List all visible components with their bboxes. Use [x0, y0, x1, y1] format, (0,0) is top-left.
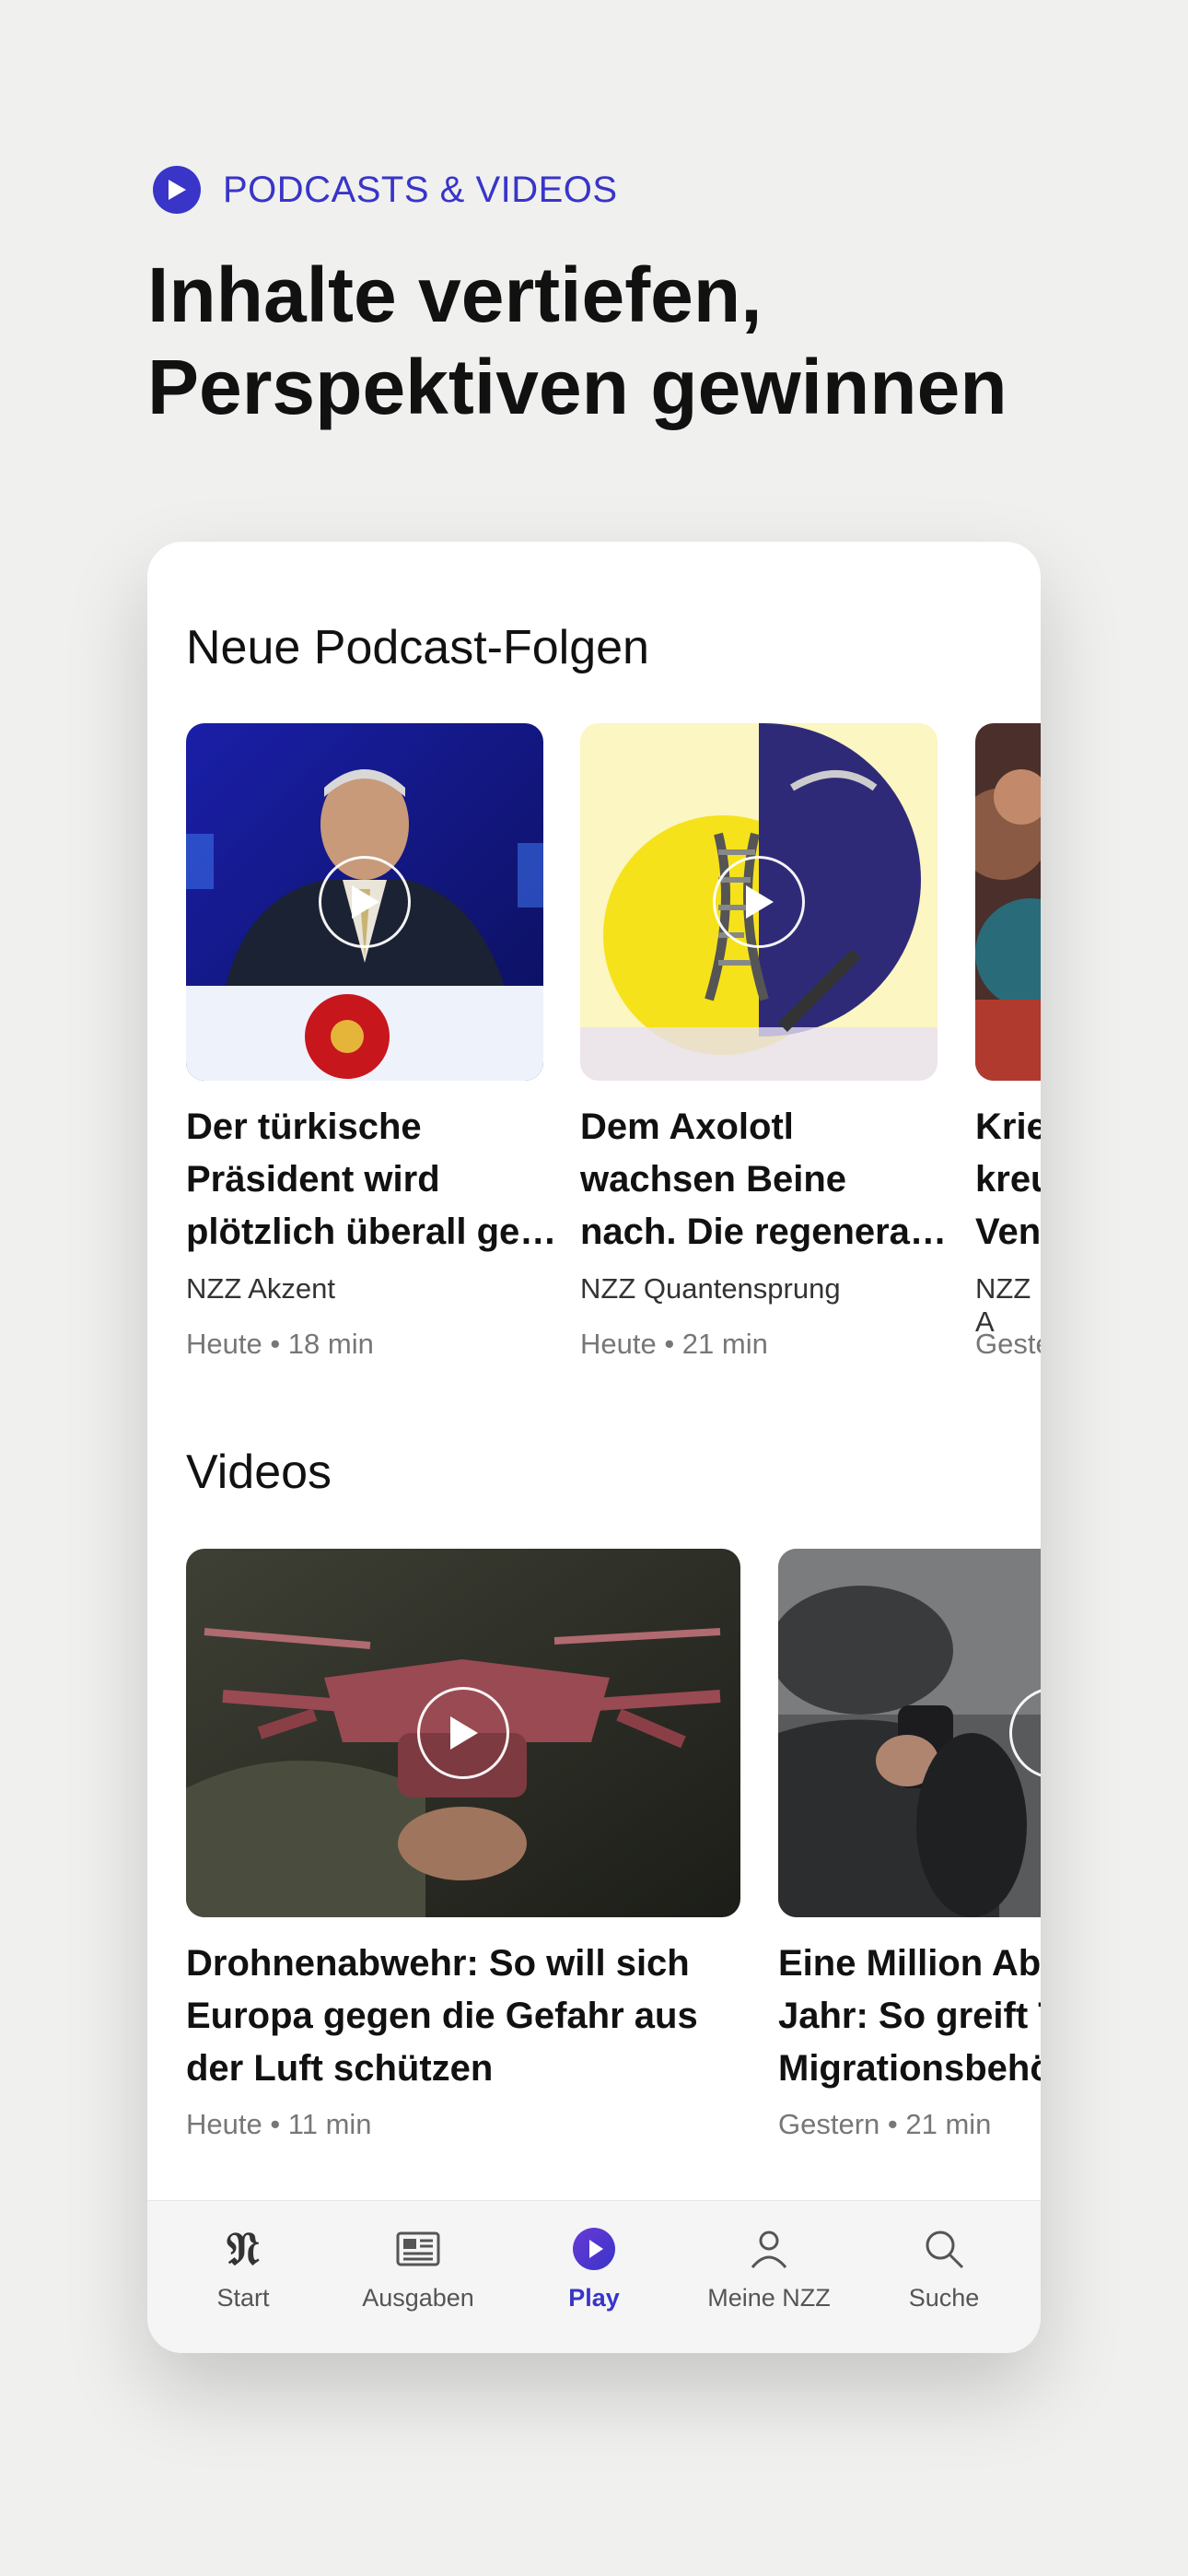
page-headline: Inhalte vertiefen, Perspektiven gewinnen	[147, 252, 1007, 430]
tab-play[interactable]: Play	[516, 2219, 672, 2313]
videos-section-title: Videos	[186, 1446, 332, 1499]
newspaper-icon	[396, 2219, 440, 2278]
podcast-thumbnail-erdogan[interactable]	[186, 723, 543, 1081]
tab-suche[interactable]: Suche	[866, 2219, 1022, 2313]
podcast-title[interactable]: Krie kreu Ven	[975, 1101, 1041, 1259]
tab-start[interactable]: 𝔑 Start	[165, 2219, 321, 2313]
video-thumbnail-migration[interactable]	[778, 1549, 1041, 1917]
podcast-title[interactable]: Dem Axolotl wachsen Beine nach. Die rege…	[580, 1101, 967, 1259]
video-title[interactable]: Drohnenabwehr: So will sich Europa gegen…	[186, 1938, 757, 2095]
play-circle-icon	[572, 2219, 616, 2278]
eyebrow-label: PODCASTS & VIDEOS	[223, 169, 618, 210]
podcasts-section-title: Neue Podcast-Folgen	[186, 621, 649, 674]
podcast-meta: Heute • 18 min	[186, 1328, 374, 1360]
podcast-title[interactable]: Der türkische Präsident wird plötzlich ü…	[186, 1101, 573, 1259]
video-meta: Gestern • 21 min	[778, 2108, 992, 2140]
person-icon	[747, 2219, 791, 2278]
bottom-tab-bar: 𝔑 Start Ausgaben Play Meine NZZ Suche	[147, 2200, 1041, 2353]
section-eyebrow: PODCASTS & VIDEOS	[153, 166, 618, 214]
play-icon[interactable]	[713, 856, 805, 948]
search-icon	[922, 2219, 966, 2278]
podcast-source: NZZ Quantensprung	[580, 1272, 841, 1305]
podcast-thumbnail-venezuela[interactable]	[975, 723, 1041, 1081]
podcast-meta: Geste	[975, 1328, 1041, 1360]
video-meta: Heute • 11 min	[186, 2108, 372, 2140]
nzz-logo-icon: 𝔑	[227, 2221, 260, 2276]
tab-ausgaben[interactable]: Ausgaben	[340, 2219, 496, 2313]
play-circle-icon	[153, 166, 201, 214]
video-thumbnail-drone[interactable]	[186, 1549, 740, 1917]
play-icon[interactable]	[319, 856, 411, 948]
play-icon[interactable]	[417, 1687, 509, 1779]
video-title[interactable]: Eine Million Abs Jahr: So greift T Migra…	[778, 1938, 1041, 2095]
tab-meine-nzz[interactable]: Meine NZZ	[691, 2219, 847, 2313]
podcast-meta: Heute • 21 min	[580, 1328, 768, 1360]
app-preview-card: Neue Podcast-Folgen Der türkische Präsid…	[147, 542, 1041, 2353]
podcast-thumbnail-axolotl[interactable]	[580, 723, 938, 1081]
podcast-source: NZZ Akzent	[186, 1272, 335, 1305]
